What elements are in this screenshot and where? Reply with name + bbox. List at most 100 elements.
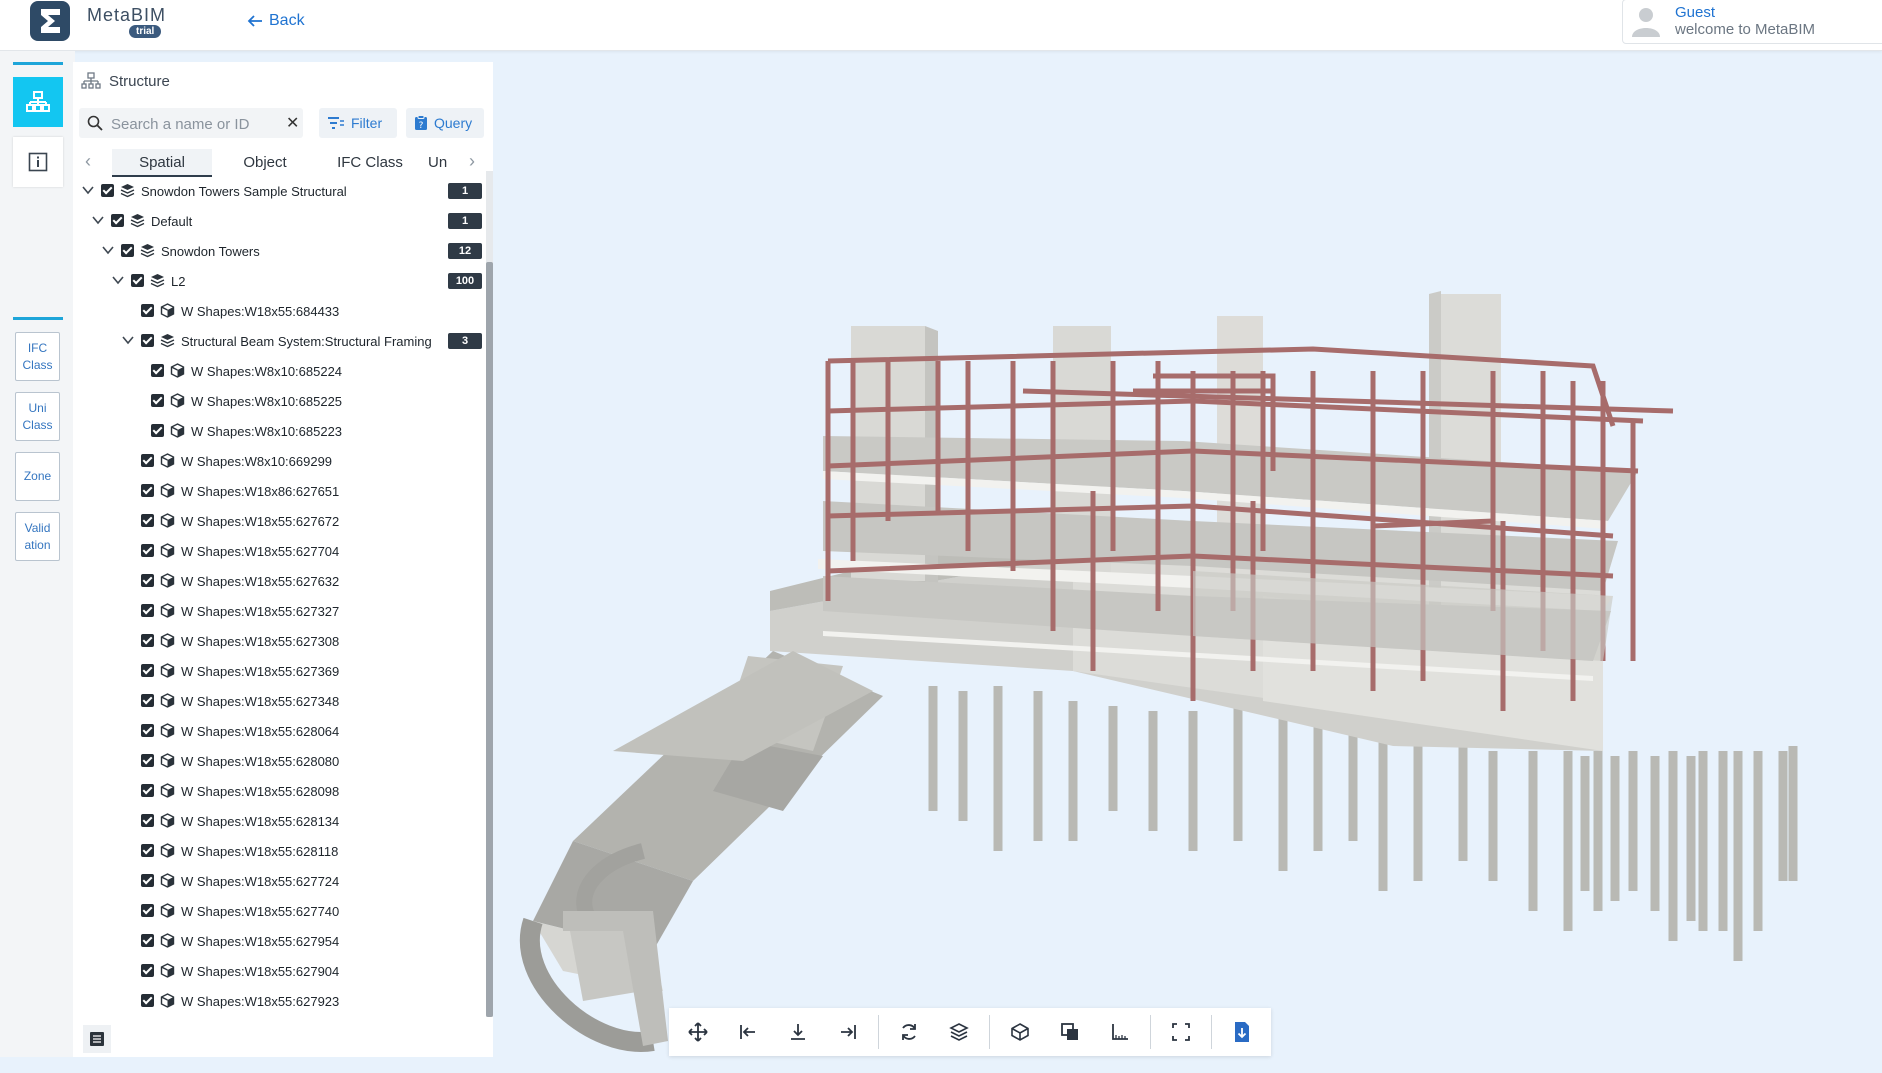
tree-row[interactable]: W Shapes:W18x55:628064 [73,716,485,746]
clear-search-icon[interactable]: ✕ [286,113,299,133]
tree-row[interactable]: W Shapes:W18x55:627632 [73,566,485,596]
back-button[interactable]: Back [247,12,305,30]
visibility-checkbox[interactable] [141,514,154,527]
rail-tab-ifc-class[interactable]: IFC Class [15,332,60,381]
tree-row[interactable]: W Shapes:W18x55:627369 [73,656,485,686]
building-model-3d[interactable] [493,51,1882,1057]
search-input[interactable] [109,113,278,135]
tree-row[interactable]: Snowdon Towers Sample Structural 1 [73,176,485,206]
visibility-checkbox[interactable] [141,934,154,947]
tree-row[interactable]: W Shapes:W18x55:628118 [73,836,485,866]
expand-chevron-icon[interactable] [101,243,115,257]
rail-tab-validation[interactable]: Valid ation [15,512,60,561]
pan-button[interactable] [676,1010,720,1054]
tree-row[interactable]: W Shapes:W18x55:627348 [73,686,485,716]
tree-row[interactable]: W Shapes:W18x55:627724 [73,866,485,896]
structure-button[interactable] [13,77,63,127]
tree-row[interactable]: W Shapes:W18x55:628134 [73,806,485,836]
tabs-scroll-right-icon[interactable]: › [469,151,475,172]
visibility-checkbox[interactable] [141,814,154,827]
section-box-icon [1172,1023,1190,1041]
model-viewport[interactable] [493,51,1882,1057]
tab-ifc-class[interactable]: IFC Class [316,149,424,175]
tree-row[interactable]: W Shapes:W18x55:628098 [73,776,485,806]
tree-row[interactable]: W Shapes:W18x55:627740 [73,896,485,926]
filter-button[interactable]: Filter [319,108,397,138]
visibility-checkbox[interactable] [151,394,164,407]
layers-button[interactable] [937,1010,981,1054]
visibility-checkbox[interactable] [101,184,114,197]
tree-row[interactable]: W Shapes:W18x55:627923 [73,986,485,1016]
visibility-checkbox[interactable] [141,334,154,347]
visibility-checkbox[interactable] [131,274,144,287]
visibility-checkbox[interactable] [151,424,164,437]
visibility-checkbox[interactable] [141,724,154,737]
move-icon [688,1022,708,1042]
query-button[interactable]: ? Query [406,108,484,138]
user-menu[interactable]: Guest welcome to MetaBIM [1622,0,1882,44]
expand-chevron-icon[interactable] [81,183,95,197]
visibility-checkbox[interactable] [141,754,154,767]
download-button[interactable] [776,1010,820,1054]
info-button[interactable] [13,137,63,187]
visibility-checkbox[interactable] [141,694,154,707]
expand-chevron-icon[interactable] [111,273,125,287]
tree-row[interactable]: L2 100 [73,266,485,296]
tree-item-label: W Shapes:W18x55:627308 [181,634,340,649]
expand-chevron-icon[interactable] [91,213,105,227]
reset-view-button[interactable] [887,1010,931,1054]
list-view-button[interactable] [83,1025,111,1053]
tree-row[interactable]: W Shapes:W8x10:685224 [73,356,485,386]
export-button[interactable] [1220,1010,1264,1054]
visibility-checkbox[interactable] [111,214,124,227]
visibility-checkbox[interactable] [141,304,154,317]
tree-row[interactable]: W Shapes:W18x86:627651 [73,476,485,506]
measure-button[interactable] [1098,1010,1142,1054]
app-logo[interactable] [30,1,70,41]
visibility-checkbox[interactable] [141,634,154,647]
tab-spatial[interactable]: Spatial [112,149,212,177]
visibility-checkbox[interactable] [141,874,154,887]
visibility-checkbox[interactable] [121,244,134,257]
visibility-checkbox[interactable] [141,994,154,1007]
visibility-checkbox[interactable] [141,964,154,977]
visibility-checkbox[interactable] [141,784,154,797]
expand-chevron-icon[interactable] [121,333,135,347]
step-forward-button[interactable] [826,1010,870,1054]
cube-icon [160,453,175,468]
isolate-button[interactable] [998,1010,1042,1054]
overlap-button[interactable] [1048,1010,1092,1054]
tree-row[interactable]: W Shapes:W18x55:627704 [73,536,485,566]
tree-row[interactable]: W Shapes:W18x55:628080 [73,746,485,776]
tree-row[interactable]: Snowdon Towers 12 [73,236,485,266]
tree-scrollbar-thumb[interactable] [486,262,493,1017]
section-box-button[interactable] [1159,1010,1203,1054]
tab-object[interactable]: Object [216,149,314,175]
tree-row[interactable]: W Shapes:W8x10:685223 [73,416,485,446]
visibility-checkbox[interactable] [151,364,164,377]
view-tabs: ‹ Spatial Object IFC Class Un › [73,144,493,177]
rail-tab-zone[interactable]: Zone [15,452,60,501]
tree-row[interactable]: W Shapes:W18x55:627327 [73,596,485,626]
tree-row[interactable]: W Shapes:W8x10:669299 [73,446,485,476]
tab-uniclass[interactable]: Un [428,149,464,175]
visibility-checkbox[interactable] [141,604,154,617]
visibility-checkbox[interactable] [141,484,154,497]
visibility-checkbox[interactable] [141,844,154,857]
visibility-checkbox[interactable] [141,544,154,557]
tree-row[interactable]: W Shapes:W18x55:627308 [73,626,485,656]
tabs-scroll-left-icon[interactable]: ‹ [85,151,91,172]
tree-row[interactable]: Structural Beam System:Structural Framin… [73,326,485,356]
tree-row[interactable]: Default 1 [73,206,485,236]
tree-row[interactable]: W Shapes:W18x55:627954 [73,926,485,956]
visibility-checkbox[interactable] [141,904,154,917]
visibility-checkbox[interactable] [141,664,154,677]
step-back-button[interactable] [726,1010,770,1054]
tree-row[interactable]: W Shapes:W18x55:627904 [73,956,485,986]
tree-row[interactable]: W Shapes:W8x10:685225 [73,386,485,416]
rail-tab-uni-class[interactable]: Uni Class [15,392,60,441]
visibility-checkbox[interactable] [141,574,154,587]
visibility-checkbox[interactable] [141,454,154,467]
tree-row[interactable]: W Shapes:W18x55:627672 [73,506,485,536]
tree-row[interactable]: W Shapes:W18x55:684433 [73,296,485,326]
